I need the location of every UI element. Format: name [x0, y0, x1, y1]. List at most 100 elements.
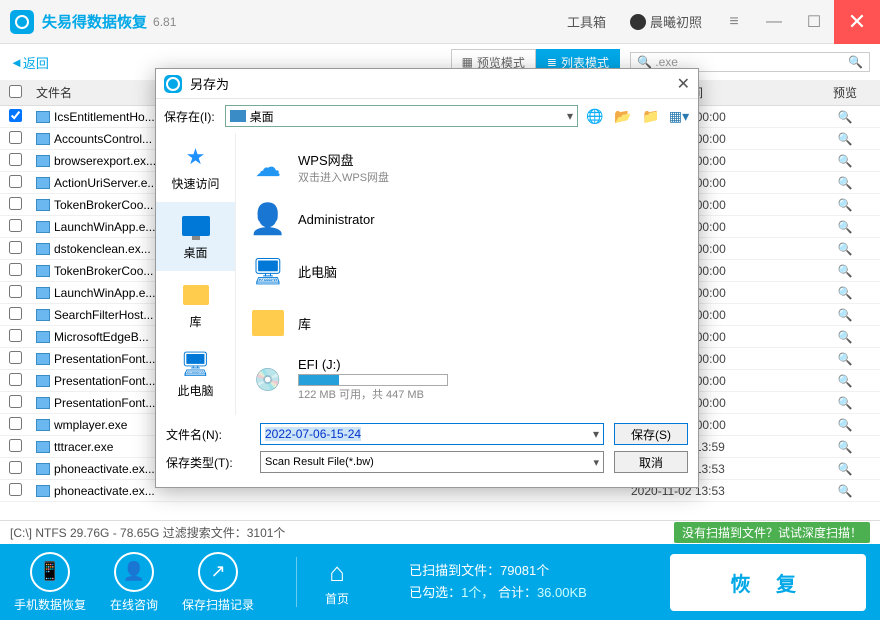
sidebar-libraries[interactable]: 库: [156, 271, 235, 340]
select-all-checkbox[interactable]: [9, 85, 22, 98]
file-icon: [36, 243, 50, 255]
desktop-icon: [230, 110, 246, 122]
search-icon: 🔍: [637, 55, 652, 69]
preview-icon[interactable]: 🔍: [838, 264, 853, 278]
selected-count: 1个，: [461, 585, 494, 600]
user-icon: 👤: [248, 201, 288, 237]
file-icon: [36, 287, 50, 299]
chevron-down-icon[interactable]: ▾: [593, 427, 599, 441]
preview-icon[interactable]: 🔍: [838, 220, 853, 234]
row-checkbox[interactable]: [9, 395, 22, 408]
view-menu-icon[interactable]: ▦▾: [668, 105, 690, 127]
nav-back-icon[interactable]: 🌐: [584, 105, 606, 127]
list-item-admin[interactable]: 👤 Administrator: [244, 193, 690, 245]
home-button[interactable]: ⌂ 首页: [325, 557, 349, 607]
preview-icon[interactable]: 🔍: [838, 418, 853, 432]
filetype-select[interactable]: Scan Result File(*.bw) ▾: [260, 451, 604, 473]
row-checkbox[interactable]: [9, 109, 22, 122]
chevron-down-icon[interactable]: ▾: [593, 456, 599, 469]
nav-up-icon[interactable]: 📂: [612, 105, 634, 127]
status-bar: [C:\] NTFS 29.76G - 78.65G 过滤搜索文件：3101个 …: [0, 520, 880, 544]
preview-icon[interactable]: 🔍: [838, 308, 853, 322]
back-button[interactable]: ◄ 返回: [10, 53, 49, 72]
sidebar-desktop[interactable]: 桌面: [156, 202, 235, 271]
row-checkbox[interactable]: [9, 483, 22, 496]
minimize-button[interactable]: —: [754, 0, 794, 44]
save-button[interactable]: 保存(S): [614, 423, 688, 445]
row-checkbox[interactable]: [9, 329, 22, 342]
save-in-value: 桌面: [250, 108, 274, 125]
list-item-libraries[interactable]: 库: [244, 297, 690, 349]
preview-icon[interactable]: 🔍: [838, 176, 853, 190]
row-checkbox[interactable]: [9, 439, 22, 452]
preview-icon[interactable]: 🔍: [838, 110, 853, 124]
row-checkbox[interactable]: [9, 241, 22, 254]
preview-icon[interactable]: 🔍: [838, 352, 853, 366]
dialog-sidebar: ★ 快速访问 桌面 库 🖥 此电脑 🖥 网络: [156, 133, 236, 415]
save-scan-button[interactable]: ↗ 保存扫描记录: [182, 552, 254, 613]
preview-icon[interactable]: 🔍: [838, 198, 853, 212]
preview-icon[interactable]: 🔍: [838, 330, 853, 344]
col-preview[interactable]: 预览: [825, 84, 865, 101]
monitor-icon: [180, 212, 212, 240]
consult-label: 在线咨询: [110, 596, 158, 613]
file-icon: [36, 199, 50, 211]
search-go-icon[interactable]: 🔍: [848, 55, 863, 69]
preview-icon[interactable]: 🔍: [838, 132, 853, 146]
preview-icon[interactable]: 🔍: [838, 396, 853, 410]
file-icon: [36, 111, 50, 123]
back-label: 返回: [23, 53, 49, 72]
filename-input[interactable]: 2022-07-06-15-24 ▾: [260, 423, 604, 445]
save-in-dropdown[interactable]: 桌面 ▾: [225, 105, 578, 127]
sidebar-quick-access[interactable]: ★ 快速访问: [156, 133, 235, 202]
app-logo: [10, 10, 34, 34]
row-checkbox[interactable]: [9, 153, 22, 166]
preview-icon[interactable]: 🔍: [838, 242, 853, 256]
item-sub: 122 MB 可用，共 447 MB: [298, 386, 448, 402]
preview-icon[interactable]: 🔍: [838, 286, 853, 300]
online-consult-button[interactable]: 👤 在线咨询: [110, 552, 158, 613]
home-icon: ⌂: [329, 557, 345, 588]
file-icon: [36, 485, 50, 497]
row-checkbox[interactable]: [9, 373, 22, 386]
row-checkbox[interactable]: [9, 461, 22, 474]
sidebar-this-pc[interactable]: 🖥 此电脑: [156, 340, 235, 409]
list-item-this-pc[interactable]: 🖥 此电脑: [244, 245, 690, 297]
row-checkbox[interactable]: [9, 417, 22, 430]
close-button[interactable]: ✕: [834, 0, 880, 44]
list-item-wps[interactable]: ☁ WPS网盘双击进入WPS网盘: [244, 141, 690, 193]
row-checkbox[interactable]: [9, 131, 22, 144]
row-checkbox[interactable]: [9, 197, 22, 210]
file-icon: [36, 265, 50, 277]
item-title: 此电脑: [298, 262, 337, 281]
file-icon: [36, 155, 50, 167]
menu-icon[interactable]: ≡: [714, 0, 754, 44]
maximize-button[interactable]: ☐: [794, 0, 834, 44]
row-checkbox[interactable]: [9, 285, 22, 298]
preview-icon[interactable]: 🔍: [838, 440, 853, 454]
preview-icon[interactable]: 🔍: [838, 154, 853, 168]
filename-value: 2022-07-06-15-24: [265, 427, 361, 441]
phone-recovery-button[interactable]: 📱 手机数据恢复: [14, 552, 86, 613]
drive-usage-bar: [298, 374, 448, 386]
save-scan-label: 保存扫描记录: [182, 596, 254, 613]
deep-scan-button[interactable]: 没有扫描到文件？试试深度扫描！: [674, 522, 870, 543]
row-checkbox[interactable]: [9, 263, 22, 276]
row-checkbox[interactable]: [9, 219, 22, 232]
filetype-label: 保存类型(T):: [166, 454, 250, 471]
toolbox-button[interactable]: 工具箱: [555, 0, 618, 44]
recover-button[interactable]: 恢 复: [670, 554, 866, 611]
user-menu[interactable]: 晨曦初照: [618, 0, 714, 44]
new-folder-icon[interactable]: 📁: [640, 105, 662, 127]
preview-icon[interactable]: 🔍: [838, 484, 853, 498]
row-checkbox[interactable]: [9, 307, 22, 320]
list-item-drive[interactable]: 💿 EFI (J:) 122 MB 可用，共 447 MB: [244, 349, 690, 410]
item-title: Administrator: [298, 212, 375, 227]
dialog-close-button[interactable]: ✕: [677, 74, 690, 94]
cancel-button[interactable]: 取消: [614, 451, 688, 473]
row-checkbox[interactable]: [9, 175, 22, 188]
row-checkbox[interactable]: [9, 351, 22, 364]
preview-icon[interactable]: 🔍: [838, 462, 853, 476]
dialog-toolbar: 保存在(I): 桌面 ▾ 🌐 📂 📁 ▦▾: [156, 99, 698, 133]
preview-icon[interactable]: 🔍: [838, 374, 853, 388]
